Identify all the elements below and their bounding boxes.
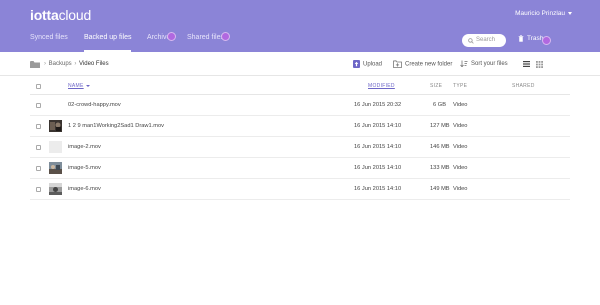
trash-notification-dot [542,36,551,45]
search-placeholder: Search [476,36,496,43]
column-size[interactable]: SIZE [430,83,442,89]
upload-icon [353,60,360,68]
breadcrumb-separator: › [44,61,46,67]
table-header: NAME MODIFIED SIZE TYPE SHARED [30,78,570,95]
trash-icon [518,35,524,42]
grid-view-icon[interactable] [536,60,543,68]
breadcrumb-separator: › [74,61,77,67]
file-size: 6 GB [433,102,446,108]
file-type: Video [453,102,468,108]
breadcrumb-current: Video Files [79,61,109,67]
create-folder-label: Create new folder [405,61,453,68]
file-size: 133 MB [430,165,450,171]
column-shared[interactable]: SHARED [512,83,535,89]
file-type: Video [453,123,468,129]
table-row[interactable]: 1 2 9 man1Working2Sad1 Draw1.mov 16 Jun … [30,116,570,137]
breadcrumb-backups[interactable]: Backups [49,61,72,67]
row-checkbox[interactable] [36,145,41,150]
file-size: 127 MB [430,123,450,129]
sort-label: Sort your files [471,61,508,68]
trash-label: Trash [527,35,544,43]
upload-button[interactable]: Upload [353,60,382,68]
user-name: Mauricio Prinzlau [515,10,565,17]
file-type: Video [453,144,468,150]
search-input[interactable]: Search [462,34,506,47]
sort-icon [460,60,468,68]
file-modified: 16 Jun 2015 20:32 [354,102,402,108]
archive-notification-dot [167,32,176,41]
file-modified: 16 Jun 2015 14:10 [354,144,402,150]
video-thumbnail [49,120,62,132]
file-table: NAME MODIFIED SIZE TYPE SHARED 02-crowd-… [30,78,570,200]
file-toolbar: › Backups › Video Files Upload Create ne… [0,52,600,76]
logo-light-text: cloud [58,7,92,23]
video-thumbnail [49,162,62,174]
trash-button[interactable]: Trash [518,35,543,42]
file-name[interactable]: image-5.mov [68,165,101,171]
select-all-checkbox[interactable] [36,84,41,89]
row-checkbox[interactable] [36,166,41,171]
file-name[interactable]: 1 2 9 man1Working2Sad1 Draw1.mov [68,123,164,129]
tab-shared-files[interactable]: Shared files [187,34,224,52]
file-size: 149 MB [430,186,450,192]
file-type: Video [453,165,468,171]
folder-icon [30,61,40,68]
column-modified[interactable]: MODIFIED [368,83,395,89]
file-modified: 16 Jun 2015 14:10 [354,123,402,129]
top-header: iottacloud Mauricio Prinzlau Synced file… [0,0,600,52]
column-type[interactable]: TYPE [453,83,467,89]
row-checkbox[interactable] [36,187,41,192]
file-name[interactable]: 02-crowd-happy.mov [68,102,121,108]
create-folder-button[interactable]: Create new folder [393,60,452,68]
video-thumbnail [49,183,62,195]
table-row[interactable]: image-5.mov 16 Jun 2015 14:10 133 MB Vid… [30,158,570,179]
row-checkbox[interactable] [36,124,41,129]
tab-backed-up-files[interactable]: Backed up files [84,34,132,52]
upload-label: Upload [363,61,383,68]
table-row[interactable]: image-2.mov 16 Jun 2015 14:10 146 MB Vid… [30,137,570,158]
shared-notification-dot [221,32,230,41]
file-name[interactable]: image-6.mov [68,186,101,192]
file-type: Video [453,186,468,192]
row-checkbox[interactable] [36,103,41,108]
sort-files-button[interactable]: Sort your files [460,60,508,68]
user-menu[interactable]: Mauricio Prinzlau [515,10,572,17]
file-name[interactable]: image-2.mov [68,144,101,150]
column-name-label: NAME [68,83,84,89]
add-folder-icon [393,60,402,68]
tab-synced-files[interactable]: Synced files [30,34,68,52]
sort-arrow-icon [85,84,90,87]
table-row[interactable]: image-6.mov 16 Jun 2015 14:10 149 MB Vid… [30,179,570,200]
list-view-icon[interactable] [523,61,530,67]
file-size: 146 MB [430,144,450,150]
app-logo[interactable]: iottacloud [30,7,91,23]
column-name[interactable]: NAME [68,83,90,89]
logo-bold-text: iotta [30,7,59,23]
video-thumbnail [49,141,62,153]
search-icon [468,37,474,44]
file-modified: 16 Jun 2015 14:10 [354,165,402,171]
file-modified: 16 Jun 2015 14:10 [354,186,402,192]
breadcrumb: › Backups › Video Files [43,61,109,67]
chevron-down-icon [568,11,572,15]
table-row[interactable]: 02-crowd-happy.mov 16 Jun 2015 20:32 6 G… [30,95,570,116]
